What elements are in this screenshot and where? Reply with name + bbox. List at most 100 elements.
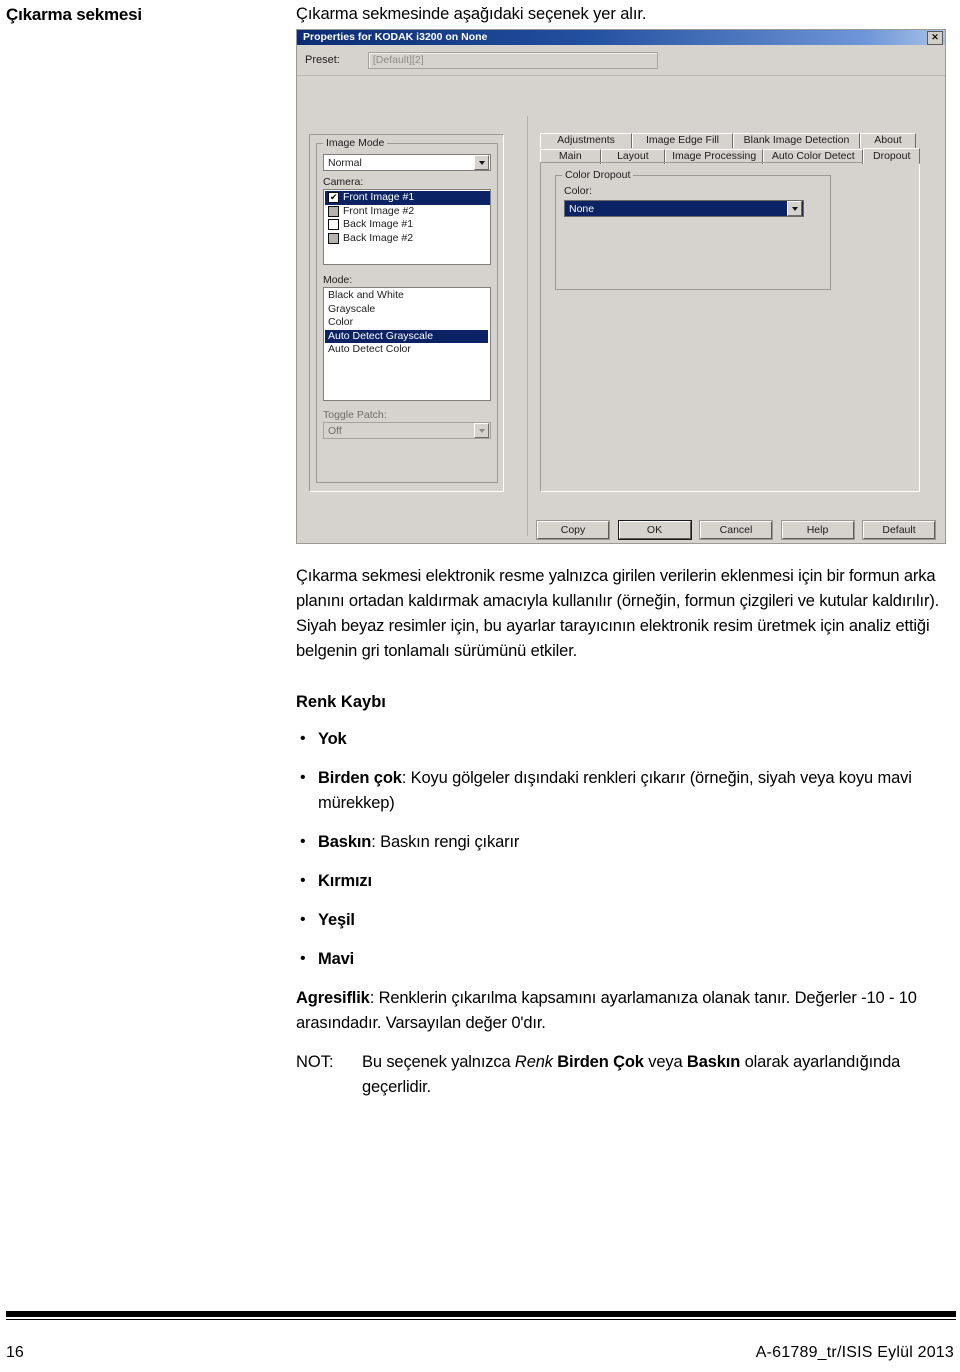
color-label: Color: [564,185,593,197]
footer-rule [6,1311,956,1320]
help-button[interactable]: Help [781,521,854,539]
list-item[interactable]: Color [325,316,490,330]
intro-line: Çıkarma sekmesinde aşağıdaki seçenek yer… [296,5,647,23]
note-italic-renk: Renk [514,1053,553,1071]
tab-about[interactable]: About [860,133,916,148]
content-column: Çıkarma sekmesinde aşağıdaki seçenek yer… [296,0,956,1100]
chevron-down-icon[interactable] [787,201,802,216]
list-item-baskin: Baskın: Baskın rengi çıkarır [296,829,956,855]
list-item[interactable]: ✔ Front Image #1 [325,191,490,205]
tab-blank-image-detection[interactable]: Blank Image Detection [733,133,860,148]
toggle-patch-combo: Off [323,422,491,439]
list-item-label: Grayscale [328,302,376,315]
dialog-title: Properties for KODAK i3200 on None [303,31,488,43]
preset-field[interactable]: [Default][2] [367,51,658,69]
panel-divider [527,116,528,536]
checkbox-disabled-icon [328,205,339,217]
list-item-mavi: Mavi [296,946,956,972]
checkbox-checked-icon[interactable]: ✔ [328,192,339,204]
list-item[interactable]: Black and White [325,289,490,303]
ok-button[interactable]: OK [618,521,691,539]
mode-label: Mode: [323,274,353,286]
camera-label: Camera: [323,176,364,188]
image-mode-combo[interactable]: Normal [323,154,491,171]
bullet-term: Kırmızı [318,872,372,890]
bullet-term: Birden çok [318,769,402,787]
paragraph-description: Çıkarma sekmesi elektronik resme yalnızc… [296,567,940,660]
toggle-patch-label: Toggle Patch: [323,409,387,421]
list-item-label: Auto Detect Color [328,343,411,355]
margin-heading: Çıkarma sekmesi [6,5,142,24]
list-item-label: Back Image #1 [343,218,414,230]
tab-strip: Adjustments Image Edge Fill Blank Image … [540,132,920,164]
list-item[interactable]: Front Image #2 [325,205,490,219]
document-reference: A-61789_tr/ISIS Eylül 2013 [755,1344,954,1361]
note-bold-baskin: Baskın [686,1053,741,1071]
mode-listbox[interactable]: Black and White Grayscale Color Auto Det… [323,287,491,401]
tab-adjustments[interactable]: Adjustments [540,133,632,148]
tab-dropout[interactable]: Dropout [863,148,920,164]
color-dropout-value: None [569,202,595,215]
list-item-label: Black and White [328,289,404,301]
list-item[interactable]: Grayscale [325,303,490,317]
list-item-label: Front Image #2 [343,204,415,217]
list-item-kirmizi: Kırmızı [296,868,956,894]
color-dropout-combo[interactable]: None [564,200,804,217]
color-dropout-group: Color Dropout Color: None [555,169,831,290]
checkbox-unchecked-icon[interactable] [328,219,339,231]
left-settings-frame: Image Mode Normal Camera: ✔ Front Image … [309,134,504,492]
chevron-down-icon [474,423,489,438]
note-part-3: veya [643,1053,687,1071]
list-item-label: Color [328,316,354,328]
dialog-button-row: Copy OK Cancel Help Default [537,521,935,539]
aggressiveness-rest: : Renklerin çıkarılma kapsamını ayarlama… [296,989,917,1032]
list-item[interactable]: Auto Detect Grayscale [325,329,488,343]
bullet-rest: : Baskın rengi çıkarır [371,833,520,851]
document-page: Çıkarma sekmesi Çıkarma sekmesinde aşağı… [0,0,960,1372]
body-text-block: Çıkarma sekmesi elektronik resme yalnızc… [296,564,956,1100]
paragraph-aggressiveness: Agresiflik: Renklerin çıkarılma kapsamın… [296,986,956,1036]
preset-label: Preset: [305,54,340,66]
list-item-yok: Yok [296,726,956,752]
note-block: NOT: Bu seçenek yalnızca Renk Birden Çok… [296,1050,956,1100]
properties-dialog: Properties for KODAK i3200 on None ✕ Pre… [296,29,946,544]
page-number: 16 [6,1344,24,1361]
section-heading-renk-kaybi: Renk Kaybı [296,693,386,711]
checkbox-disabled-icon [328,232,339,244]
list-item-label: Front Image #1 [343,191,415,203]
note-tag: NOT: [296,1053,334,1071]
footer-rule-thick [6,1311,956,1317]
chevron-down-icon[interactable] [474,155,489,170]
footer-rule-thin [6,1319,956,1320]
note-part-1: Bu seçenek yalnızca [362,1053,515,1071]
close-icon[interactable]: ✕ [927,30,943,45]
bullet-term: Yok [318,730,347,748]
default-button[interactable]: Default [863,521,935,539]
list-item-label: Back Image #2 [343,231,414,244]
list-item[interactable]: Back Image #1 [325,218,490,232]
dialog-body: Image Mode Normal Camera: ✔ Front Image … [297,76,945,543]
cancel-button[interactable]: Cancel [700,521,772,539]
color-dropout-group-label: Color Dropout [562,169,634,181]
bullet-term: Baskın [318,833,372,851]
list-item-yesil: Yeşil [296,907,956,933]
note-body: Bu seçenek yalnızca Renk Birden Çok veya… [362,1050,956,1100]
aggressiveness-term: Agresiflik [296,989,370,1007]
bullet-rest: : Koyu gölgeler dışındaki renkleri çıkar… [318,769,912,812]
list-item[interactable]: Auto Detect Color [325,343,490,357]
bullet-term: Mavi [318,950,355,968]
tab-image-edge-fill[interactable]: Image Edge Fill [632,133,733,148]
camera-listbox[interactable]: ✔ Front Image #1 Front Image #2 Back Ima… [323,189,491,265]
dialog-titlebar: Properties for KODAK i3200 on None ✕ [297,30,945,45]
note-bold-birden-cok: Birden Çok [557,1053,644,1071]
dropout-tab-panel: Color Dropout Color: None [540,162,920,492]
tab-row-bottom: Main Layout Image Processing Auto Color … [540,148,920,164]
tab-row-top: Adjustments Image Edge Fill Blank Image … [540,132,920,148]
image-mode-combo-value: Normal [328,156,362,169]
image-mode-group-label: Image Mode [323,137,388,149]
list-item-birden-cok: Birden çok: Koyu gölgeler dışındaki renk… [296,765,956,816]
image-mode-group: Image Mode Normal Camera: ✔ Front Image … [316,137,498,483]
preset-row: Preset: [Default][2] [297,45,945,76]
copy-button[interactable]: Copy [537,521,609,539]
list-item[interactable]: Back Image #2 [325,232,490,246]
